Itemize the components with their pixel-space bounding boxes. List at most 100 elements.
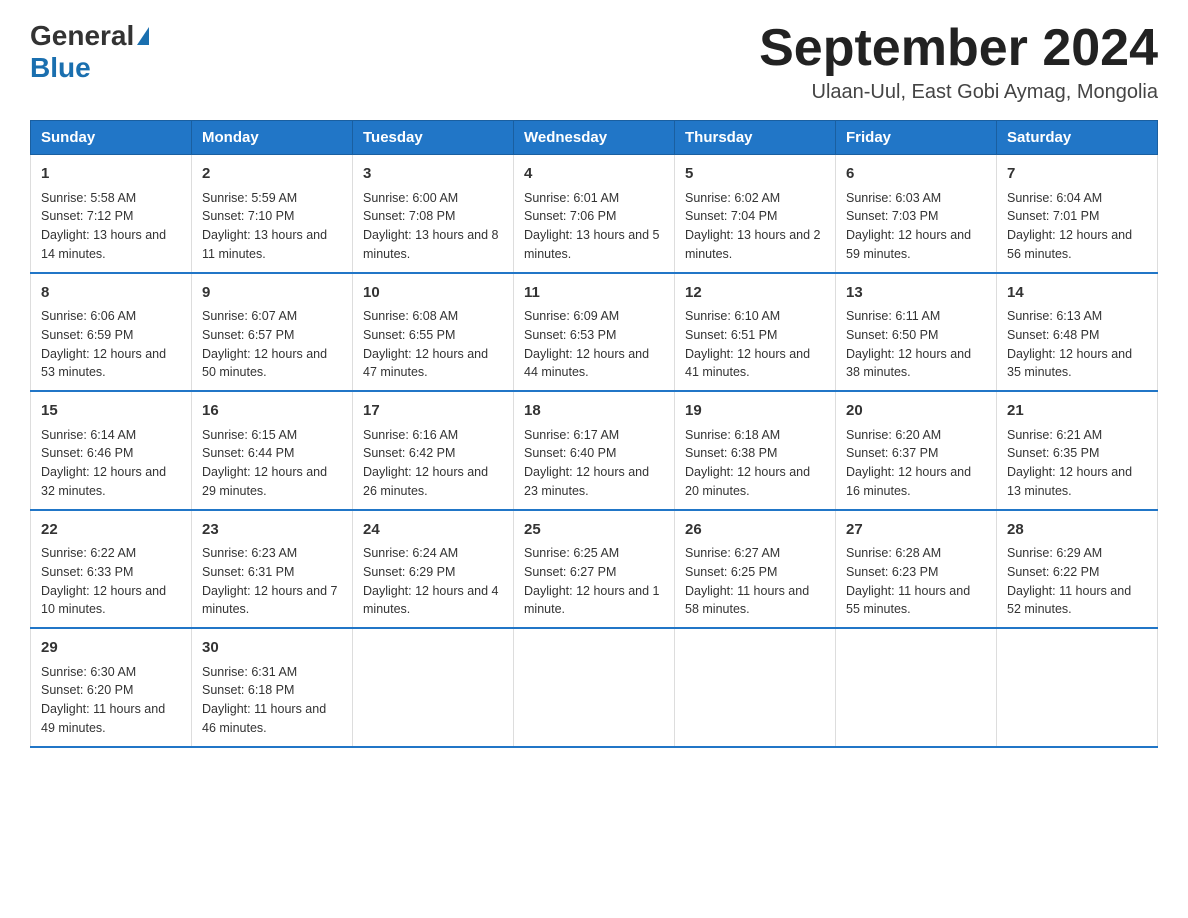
sunrise-text: Sunrise: 6:11 AM — [846, 307, 986, 326]
day-info: Sunrise: 6:28 AMSunset: 6:23 PMDaylight:… — [846, 544, 986, 619]
daylight-text: Daylight: 13 hours and 11 minutes. — [202, 226, 342, 264]
location-title: Ulaan-Uul, East Gobi Aymag, Mongolia — [759, 81, 1158, 104]
sunrise-text: Sunrise: 6:06 AM — [41, 307, 181, 326]
sunrise-text: Sunrise: 6:02 AM — [685, 189, 825, 208]
calendar-cell: 14Sunrise: 6:13 AMSunset: 6:48 PMDayligh… — [997, 273, 1158, 392]
calendar-cell: 2Sunrise: 5:59 AMSunset: 7:10 PMDaylight… — [192, 155, 353, 273]
sunset-text: Sunset: 6:46 PM — [41, 444, 181, 463]
sunset-text: Sunset: 6:57 PM — [202, 326, 342, 345]
daylight-text: Daylight: 12 hours and 20 minutes. — [685, 463, 825, 501]
sunrise-text: Sunrise: 6:16 AM — [363, 426, 503, 445]
sunset-text: Sunset: 7:04 PM — [685, 207, 825, 226]
calendar-cell: 29Sunrise: 6:30 AMSunset: 6:20 PMDayligh… — [31, 628, 192, 747]
logo-general-text: General — [30, 20, 134, 52]
day-number: 4 — [524, 163, 664, 186]
daylight-text: Daylight: 12 hours and 13 minutes. — [1007, 463, 1147, 501]
day-info: Sunrise: 6:13 AMSunset: 6:48 PMDaylight:… — [1007, 307, 1147, 382]
sunset-text: Sunset: 7:03 PM — [846, 207, 986, 226]
calendar-cell: 15Sunrise: 6:14 AMSunset: 6:46 PMDayligh… — [31, 391, 192, 510]
header-sunday: Sunday — [31, 121, 192, 155]
calendar-cell: 1Sunrise: 5:58 AMSunset: 7:12 PMDaylight… — [31, 155, 192, 273]
day-info: Sunrise: 6:09 AMSunset: 6:53 PMDaylight:… — [524, 307, 664, 382]
day-info: Sunrise: 6:27 AMSunset: 6:25 PMDaylight:… — [685, 544, 825, 619]
day-number: 28 — [1007, 519, 1147, 542]
day-info: Sunrise: 6:02 AMSunset: 7:04 PMDaylight:… — [685, 189, 825, 264]
sunrise-text: Sunrise: 6:28 AM — [846, 544, 986, 563]
sunrise-text: Sunrise: 6:15 AM — [202, 426, 342, 445]
day-number: 27 — [846, 519, 986, 542]
sunset-text: Sunset: 6:53 PM — [524, 326, 664, 345]
daylight-text: Daylight: 12 hours and 38 minutes. — [846, 345, 986, 383]
daylight-text: Daylight: 13 hours and 5 minutes. — [524, 226, 664, 264]
calendar-cell: 20Sunrise: 6:20 AMSunset: 6:37 PMDayligh… — [836, 391, 997, 510]
day-number: 15 — [41, 400, 181, 423]
sunset-text: Sunset: 6:18 PM — [202, 681, 342, 700]
header-monday: Monday — [192, 121, 353, 155]
day-info: Sunrise: 6:06 AMSunset: 6:59 PMDaylight:… — [41, 307, 181, 382]
calendar-cell: 17Sunrise: 6:16 AMSunset: 6:42 PMDayligh… — [353, 391, 514, 510]
daylight-text: Daylight: 13 hours and 2 minutes. — [685, 226, 825, 264]
daylight-text: Daylight: 12 hours and 26 minutes. — [363, 463, 503, 501]
daylight-text: Daylight: 12 hours and 10 minutes. — [41, 582, 181, 620]
sunrise-text: Sunrise: 5:58 AM — [41, 189, 181, 208]
calendar-week-3: 15Sunrise: 6:14 AMSunset: 6:46 PMDayligh… — [31, 391, 1158, 510]
sunrise-text: Sunrise: 6:25 AM — [524, 544, 664, 563]
daylight-text: Daylight: 12 hours and 7 minutes. — [202, 582, 342, 620]
daylight-text: Daylight: 12 hours and 44 minutes. — [524, 345, 664, 383]
day-number: 8 — [41, 282, 181, 305]
sunrise-text: Sunrise: 6:08 AM — [363, 307, 503, 326]
sunrise-text: Sunrise: 6:24 AM — [363, 544, 503, 563]
daylight-text: Daylight: 12 hours and 23 minutes. — [524, 463, 664, 501]
sunrise-text: Sunrise: 6:22 AM — [41, 544, 181, 563]
calendar-header-row: SundayMondayTuesdayWednesdayThursdayFrid… — [31, 121, 1158, 155]
day-info: Sunrise: 6:18 AMSunset: 6:38 PMDaylight:… — [685, 426, 825, 501]
calendar-cell: 8Sunrise: 6:06 AMSunset: 6:59 PMDaylight… — [31, 273, 192, 392]
sunrise-text: Sunrise: 6:01 AM — [524, 189, 664, 208]
day-info: Sunrise: 6:17 AMSunset: 6:40 PMDaylight:… — [524, 426, 664, 501]
sunset-text: Sunset: 6:42 PM — [363, 444, 503, 463]
sunset-text: Sunset: 6:33 PM — [41, 563, 181, 582]
calendar-cell: 5 Sunrise: 6:02 AMSunset: 7:04 PMDaylight… — [675, 155, 836, 273]
daylight-text: Daylight: 12 hours and 29 minutes. — [202, 463, 342, 501]
day-info: Sunrise: 6:21 AMSunset: 6:35 PMDaylight:… — [1007, 426, 1147, 501]
daylight-text: Daylight: 12 hours and 53 minutes. — [41, 345, 181, 383]
calendar-cell: 30Sunrise: 6:31 AMSunset: 6:18 PMDayligh… — [192, 628, 353, 747]
calendar-cell — [836, 628, 997, 747]
daylight-text: Daylight: 13 hours and 8 minutes. — [363, 226, 503, 264]
sunset-text: Sunset: 6:38 PM — [685, 444, 825, 463]
day-info: Sunrise: 6:01 AMSunset: 7:06 PMDaylight:… — [524, 189, 664, 264]
sunrise-text: Sunrise: 6:04 AM — [1007, 189, 1147, 208]
day-number: 23 — [202, 519, 342, 542]
sunrise-text: Sunrise: 6:30 AM — [41, 663, 181, 682]
day-number: 25 — [524, 519, 664, 542]
daylight-text: Daylight: 12 hours and 35 minutes. — [1007, 345, 1147, 383]
day-number: 6 — [846, 163, 986, 186]
day-info: Sunrise: 6:29 AMSunset: 6:22 PMDaylight:… — [1007, 544, 1147, 619]
header-wednesday: Wednesday — [514, 121, 675, 155]
daylight-text: Daylight: 11 hours and 49 minutes. — [41, 700, 181, 738]
day-number: 5 — [685, 163, 825, 186]
calendar-week-5: 29Sunrise: 6:30 AMSunset: 6:20 PMDayligh… — [31, 628, 1158, 747]
sunset-text: Sunset: 6:20 PM — [41, 681, 181, 700]
daylight-text: Daylight: 12 hours and 50 minutes. — [202, 345, 342, 383]
calendar-cell: 3 Sunrise: 6:00 AMSunset: 7:08 PMDaylight… — [353, 155, 514, 273]
sunrise-text: Sunrise: 6:18 AM — [685, 426, 825, 445]
day-info: Sunrise: 6:10 AMSunset: 6:51 PMDaylight:… — [685, 307, 825, 382]
day-info: Sunrise: 6:00 AMSunset: 7:08 PMDaylight:… — [363, 189, 503, 264]
day-number: 13 — [846, 282, 986, 305]
calendar-cell — [514, 628, 675, 747]
sunset-text: Sunset: 6:51 PM — [685, 326, 825, 345]
day-info: Sunrise: 6:30 AMSunset: 6:20 PMDaylight:… — [41, 663, 181, 738]
sunset-text: Sunset: 6:35 PM — [1007, 444, 1147, 463]
calendar-cell: 13Sunrise: 6:11 AMSunset: 6:50 PMDayligh… — [836, 273, 997, 392]
day-info: Sunrise: 6:22 AMSunset: 6:33 PMDaylight:… — [41, 544, 181, 619]
calendar-cell — [997, 628, 1158, 747]
day-info: Sunrise: 6:15 AMSunset: 6:44 PMDaylight:… — [202, 426, 342, 501]
sunset-text: Sunset: 6:55 PM — [363, 326, 503, 345]
day-info: Sunrise: 5:59 AMSunset: 7:10 PMDaylight:… — [202, 189, 342, 264]
day-number: 3 — [363, 163, 503, 186]
calendar-cell: 18Sunrise: 6:17 AMSunset: 6:40 PMDayligh… — [514, 391, 675, 510]
calendar-cell: 9Sunrise: 6:07 AMSunset: 6:57 PMDaylight… — [192, 273, 353, 392]
calendar-week-4: 22Sunrise: 6:22 AMSunset: 6:33 PMDayligh… — [31, 510, 1158, 629]
sunrise-text: Sunrise: 6:17 AM — [524, 426, 664, 445]
